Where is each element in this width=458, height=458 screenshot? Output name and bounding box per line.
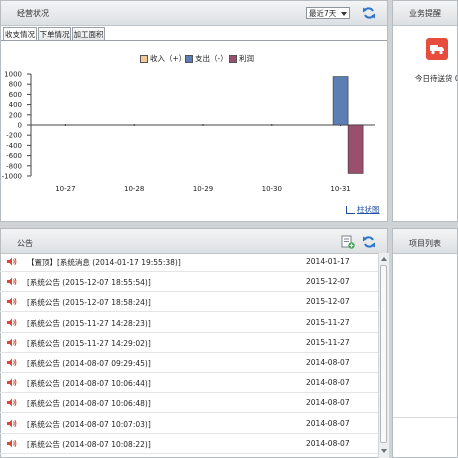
speaker-icon — [7, 439, 17, 448]
tab-divider — [1, 40, 387, 41]
y-tick-label: 1000 — [4, 71, 22, 79]
notice-row[interactable]: [系统公告 (2015-11-27 14:28:23)] 2015-11-27 — [0, 312, 378, 333]
notice-title-text[interactable]: [系统公告 (2015-11-27 14:28:23)] — [27, 318, 151, 329]
notice-title-text[interactable]: [系统公告 (2015-12-07 18:55:54)] — [27, 277, 151, 288]
scroll-down-icon[interactable] — [381, 449, 387, 453]
notice-date: 2015-12-07 — [306, 277, 350, 287]
notice-title-text[interactable]: [系统公告 (2014-08-07 09:29:45)] — [27, 358, 151, 369]
speaker-icon — [7, 257, 17, 266]
tab-orders[interactable]: 下单情况 — [38, 27, 71, 40]
bar-chart: 1000 800 600 400 200 0 -200 -400 -600 -800 -1000 10… — [2, 71, 375, 193]
notice-title-text[interactable]: [系统公告 (2014-08-07 10:06:44)] — [27, 378, 151, 389]
overview-title: 经营状况 — [17, 9, 49, 18]
notice-title-text[interactable]: [系统公告 (2014-08-07 10:06:48)] — [27, 398, 151, 409]
notice-title: 公告 — [17, 239, 33, 248]
project-title: 项目列表 — [409, 239, 441, 248]
notice-date: 2014-08-07 — [306, 438, 350, 448]
notice-title-text[interactable]: [系统公告 (2015-12-07 18:58:24)] — [27, 297, 151, 308]
notice-date: 2014-08-07 — [306, 378, 350, 388]
notice-date: 2015-11-27 — [306, 317, 350, 327]
notice-row[interactable]: [系统公告 (2015-12-07 18:55:54)] 2015-12-07 — [0, 271, 378, 293]
notice-row[interactable]: [系统公告 (2014-08-07 10:06:44)] 2014-08-07 — [0, 372, 378, 394]
refresh-icon[interactable] — [362, 235, 376, 249]
chevron-down-icon — [341, 12, 347, 16]
refresh-icon[interactable] — [362, 6, 376, 20]
legend-swatch — [140, 55, 148, 63]
notice-row[interactable]: [系统公告 (2015-11-27 14:29:02)] 2015-11-27 — [0, 332, 378, 353]
notice-title-text[interactable]: 【置顶】[系统消息 (2014-01-17 19:55:38)] — [27, 257, 181, 268]
x-tick-label: 10-31 — [330, 185, 350, 193]
range-select[interactable]: 最近7天 — [306, 7, 350, 19]
x-tick-label: 10-30 — [262, 185, 282, 193]
notice-row[interactable]: [系统公告 (2014-08-07 10:07:03)] 2014-08-07 — [0, 413, 378, 434]
speaker-icon — [7, 297, 17, 306]
y-tick-label: 400 — [9, 101, 22, 109]
tab-income-expense[interactable]: 收支情况 — [3, 27, 37, 41]
notice-title-text[interactable]: [系统公告 (2014-08-07 10:07:03)] — [27, 419, 151, 430]
bar-chart-icon — [346, 206, 355, 214]
notice-row[interactable]: [系统公告 (2015-12-07 18:58:24)] 2015-12-07 — [0, 291, 378, 313]
notice-date: 2014-08-07 — [306, 418, 350, 428]
notice-title-text[interactable]: [系统公告 (2014-08-07 10:08:22)] — [27, 439, 151, 450]
y-tick-label: 800 — [9, 81, 22, 89]
notice-row[interactable]: 【置顶】[系统消息 (2014-01-17 19:55:38)] 2014-01-… — [0, 251, 378, 272]
business-title: 业务提醒 — [409, 9, 441, 18]
notice-date: 2014-08-07 — [306, 358, 350, 367]
notice-row[interactable]: [系统公告 (2014-08-07 09:29:45)] 2014-08-07 — [0, 352, 378, 373]
legend-swatch — [185, 55, 193, 63]
speaker-icon — [7, 378, 17, 387]
overview-header: 经营状况 最近7天 — [1, 1, 387, 26]
y-tick-label: -1000 — [2, 173, 22, 181]
y-tick-label: 0 — [18, 122, 22, 130]
speaker-icon — [7, 338, 17, 347]
y-tick-label: 200 — [9, 111, 22, 119]
notice-date: 2015-12-07 — [306, 297, 350, 307]
bar-profit — [347, 124, 364, 174]
y-tick-label: -400 — [6, 142, 22, 150]
x-tick-label: 10-27 — [55, 185, 75, 193]
notice-row[interactable]: [系统公告 (2014-08-07 10:08:22)] 2014-08-07 — [0, 433, 378, 454]
notice-date: 2014-01-17 — [306, 257, 350, 266]
bar-expense — [332, 76, 349, 126]
speaker-icon — [7, 277, 17, 286]
speaker-icon — [7, 318, 17, 327]
legend-swatch — [229, 55, 237, 63]
project-divider — [393, 417, 457, 418]
pending-delivery-label[interactable]: 今日待送货 0 — [415, 73, 457, 84]
y-tick-label: 600 — [9, 91, 22, 99]
range-select-value: 最近7天 — [309, 9, 337, 18]
bar-chart-link[interactable]: 柱状图 — [346, 204, 380, 215]
x-tick-label: 10-28 — [124, 185, 144, 193]
y-tick-label: -800 — [6, 162, 22, 170]
tab-processing-area[interactable]: 加工面积 — [72, 27, 105, 40]
add-notice-icon[interactable] — [341, 235, 355, 249]
speaker-icon — [7, 398, 17, 407]
project-header: 项目列表 — [393, 229, 457, 254]
speaker-icon — [7, 419, 17, 428]
overview-panel: 经营状况 最近7天 收支情况 下单情况 加工面积 收入（+） 支出（-） 利润 … — [0, 0, 388, 222]
scroll-up-icon[interactable] — [381, 257, 387, 261]
notice-scrollbar[interactable] — [378, 253, 389, 458]
y-tick-label: -200 — [6, 132, 22, 140]
notice-date: 2015-11-27 — [306, 337, 350, 347]
business-panel: 业务提醒 今日待送货 0 — [392, 0, 458, 222]
x-tick-label: 10-29 — [193, 185, 213, 193]
speaker-icon — [7, 358, 17, 367]
project-panel: 项目列表 — [392, 228, 458, 458]
notice-row[interactable]: [系统公告 (2014-08-07 10:06:48)] 2014-08-07 — [0, 392, 378, 414]
scrollbar-thumb[interactable] — [380, 265, 387, 443]
notice-title-text[interactable]: [系统公告 (2015-11-27 14:29:02)] — [27, 338, 151, 349]
business-header: 业务提醒 — [393, 1, 457, 26]
truck-icon[interactable] — [426, 38, 448, 60]
y-tick-label: -600 — [6, 152, 22, 160]
notice-date: 2014-08-07 — [306, 398, 350, 408]
